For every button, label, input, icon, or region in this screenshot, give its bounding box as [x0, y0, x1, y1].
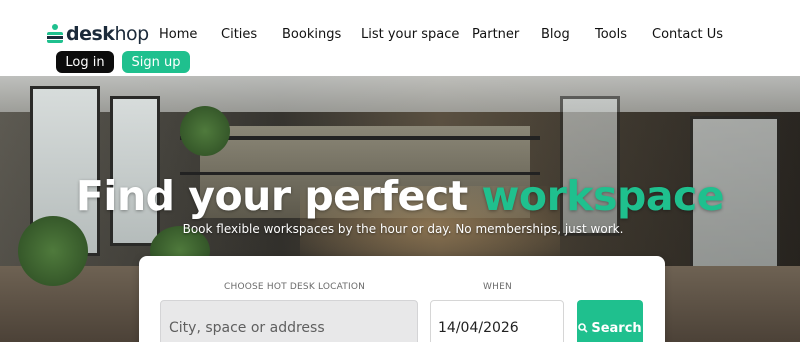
hero-subtitle: Book flexible workspaces by the hour or … — [182, 222, 624, 236]
search-card: CHOOSE HOT DESK LOCATION WHEN Search — [139, 256, 665, 342]
nav-cities[interactable]: Cities — [221, 27, 257, 42]
login-button[interactable]: Log in — [56, 51, 114, 73]
logo[interactable]: deskhop — [46, 22, 149, 46]
location-label: CHOOSE HOT DESK LOCATION — [224, 282, 366, 292]
hero-section: Find your perfect workspace Book flexibl… — [0, 76, 800, 342]
date-input[interactable] — [430, 300, 564, 342]
nav-tools[interactable]: Tools — [595, 27, 627, 42]
nav-list-your-space[interactable]: List your space — [361, 27, 459, 42]
logo-text: deskhop — [66, 23, 149, 45]
search-button-label: Search — [591, 320, 642, 336]
site-header: deskhop Home Cities Bookings List your s… — [0, 0, 800, 76]
location-input[interactable] — [160, 300, 418, 342]
search-icon — [578, 323, 588, 333]
search-button[interactable]: Search — [577, 300, 643, 342]
hero-title-accent: workspace — [481, 172, 725, 220]
nav-blog[interactable]: Blog — [541, 27, 570, 42]
signup-button[interactable]: Sign up — [122, 51, 190, 73]
logo-icon — [46, 24, 64, 44]
nav-bookings[interactable]: Bookings — [282, 27, 341, 42]
nav-home[interactable]: Home — [159, 27, 197, 42]
when-label: WHEN — [483, 282, 512, 292]
nav-partner[interactable]: Partner — [472, 27, 519, 42]
hero-title: Find your perfect workspace — [75, 172, 725, 220]
nav-contact-us[interactable]: Contact Us — [652, 27, 723, 42]
